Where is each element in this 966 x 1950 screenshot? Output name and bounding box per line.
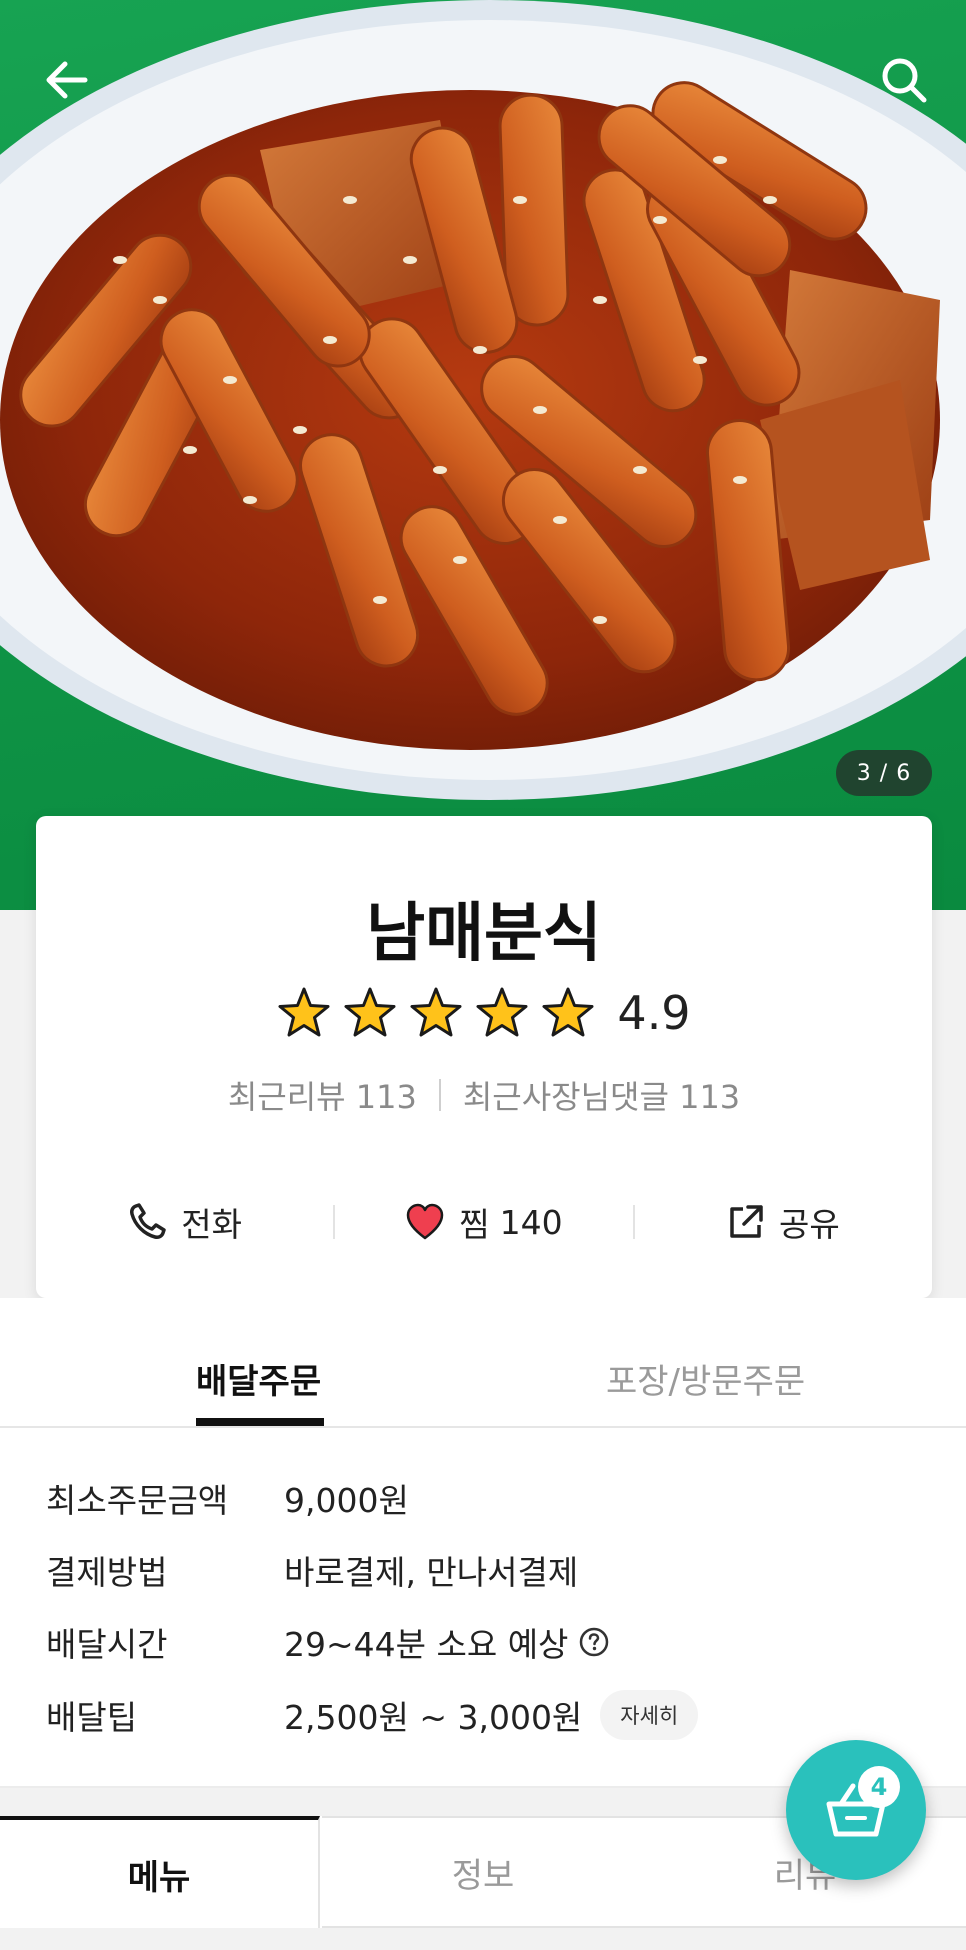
star-icon [278,987,330,1037]
payment-row: 결제방법 바로결제, 만나서결제 [46,1546,578,1594]
store-info-card: 남매분식 4.9 최근리뷰 113 최근사장님댓글 113 전화 찜 140 공… [36,816,932,1298]
call-label: 전화 [181,1205,243,1244]
search-icon [882,58,927,103]
payment-value: 바로결제, 만나서결제 [284,1553,579,1592]
rating-stars [277,986,595,1040]
favorite-label: 찜 [459,1205,490,1244]
rating-value: 4.9 [617,986,691,1040]
star-icon [344,987,396,1037]
share-label: 공유 [778,1205,840,1244]
active-tab-indicator [196,1418,324,1426]
rating-row: 4.9 [36,986,932,1040]
share-button[interactable]: 공유 [635,1198,932,1246]
delivery-time-label: 배달시간 [46,1625,168,1664]
star-icon [410,987,462,1037]
order-type-tabs: 배달주문 포장/방문주문 [0,1298,966,1428]
tab-menu[interactable]: 메뉴 [0,1816,320,1928]
tab-delivery-order[interactable]: 배달주문 [196,1354,321,1403]
delivery-time-row: 배달시간 29~44분 소요 예상 [46,1618,610,1666]
favorite-button[interactable]: 찜 140 [335,1198,632,1246]
star-icon [476,987,528,1037]
review-stats: 최근리뷰 113 최근사장님댓글 113 [36,1072,932,1118]
recent-reviews-link[interactable]: 최근리뷰 113 [228,1072,417,1118]
action-row: 전화 찜 140 공유 [36,1182,932,1262]
delivery-tip-value: 2,500원 ~ 3,000원 [284,1698,583,1737]
delivery-tip-value-wrap: 2,500원 ~ 3,000원 자세히 [284,1690,699,1740]
tteokbokki-photo [0,0,966,800]
tab-pickup-order[interactable]: 포장/방문주문 [606,1354,805,1403]
help-icon[interactable] [578,1626,610,1658]
min-order-value: 9,000원 [284,1481,409,1520]
cart-button[interactable]: 4 [786,1740,926,1880]
back-button[interactable] [26,40,106,120]
delivery-tip-row: 배달팁 2,500원 ~ 3,000원 자세히 [46,1690,699,1740]
photo-counter: 3 / 6 [836,750,932,796]
delivery-time-value: 29~44분 소요 예상 [284,1625,569,1664]
arrow-left-icon [46,61,88,99]
heart-icon [407,1203,444,1240]
favorite-count: 140 [499,1202,563,1242]
call-button[interactable]: 전화 [36,1198,333,1246]
delivery-tip-detail-button[interactable]: 자세히 [600,1690,699,1740]
hero-photo[interactable]: 3 / 6 [0,0,966,910]
divider [438,1079,441,1111]
payment-label: 결제방법 [46,1553,168,1592]
share-icon [730,1205,763,1238]
min-order-row: 최소주문금액 9,000원 [46,1474,409,1522]
tab-info[interactable]: 정보 [322,1816,644,1928]
order-info-section: 최소주문금액 9,000원 결제방법 바로결제, 만나서결제 배달시간 29~4… [0,1428,966,1788]
min-order-label: 최소주문금액 [46,1481,229,1520]
search-button[interactable] [864,40,944,120]
delivery-time-value-wrap: 29~44분 소요 예상 [284,1618,610,1666]
recent-owner-comments-link[interactable]: 최근사장님댓글 113 [463,1072,740,1118]
phone-icon [130,1203,167,1239]
star-icon [542,987,594,1037]
cart-count-badge: 4 [858,1766,900,1808]
store-name: 남매분식 [366,897,602,971]
delivery-tip-label: 배달팁 [46,1698,138,1737]
